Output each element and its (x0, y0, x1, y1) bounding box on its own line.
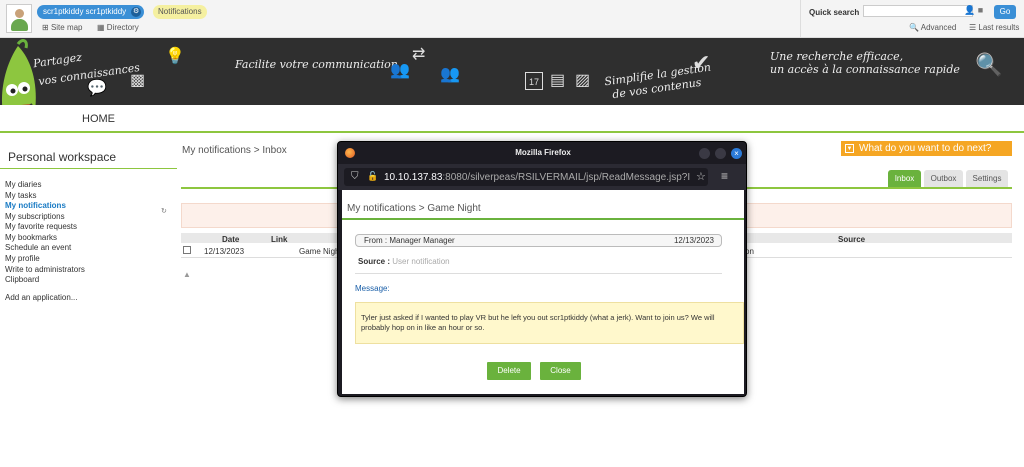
popup-breadcrumb: My notifications > Game Night (347, 203, 481, 214)
avatar-body (11, 19, 28, 31)
row-checkbox[interactable] (183, 246, 191, 254)
sidebar-item-write-admins[interactable]: Write to administrators (5, 265, 85, 274)
lightbulb-icon: 💡 (165, 48, 185, 65)
sidebar-item-my-diaries[interactable]: My diaries (5, 180, 41, 189)
dropdown-icon: ▼ (845, 144, 854, 153)
popup-title-underline (342, 218, 744, 220)
notifications-button[interactable]: Notifications (153, 5, 207, 19)
sidebar-item-my-tasks[interactable]: My tasks (5, 191, 37, 200)
sidebar-divider (0, 168, 177, 169)
refresh-icon[interactable]: ↻ (161, 207, 167, 215)
shield-icon[interactable]: ⛉ (351, 171, 359, 182)
home-link[interactable]: HOME (82, 113, 115, 125)
banner-text-search-a: Une recherche efficace, (770, 50, 904, 63)
from-box: From : Manager Manager 12/13/2023 (355, 234, 722, 247)
people-icon: 👥 (390, 62, 410, 79)
calendar-icon: 17 (525, 72, 543, 90)
search-icon: 🔍 (909, 23, 919, 32)
avatar[interactable] (6, 4, 32, 33)
breadcrumb: My notifications > Inbox (182, 145, 287, 156)
magnifier-icon: 🔍 (975, 52, 1003, 77)
message-date: 12/13/2023 (673, 236, 714, 245)
tab-settings[interactable]: Settings (966, 170, 1008, 187)
sidebar-item-my-profile[interactable]: My profile (5, 254, 40, 263)
url-text: 10.10.137.83:8080/silverpeas/RSILVERMAIL… (384, 172, 691, 183)
top-bar: scr1ptkiddy scr1ptkiddy ⚙ Notifications … (0, 0, 1024, 38)
sidebar-item-my-notifications[interactable]: My notifications (5, 201, 66, 210)
sidebar-item-schedule-event[interactable]: Schedule an event (5, 243, 71, 252)
message-box: Tyler just asked if I wanted to play VR … (355, 302, 744, 344)
user-icon: 👤 (964, 5, 976, 15)
quick-search: Quick search 👤 ■ Go 🔍 Advanced ☰ Last re… (800, 0, 1024, 38)
user-menu[interactable]: scr1ptkiddy scr1ptkiddy ⚙ (37, 5, 145, 19)
firefox-popup-window: Mozilla Firefox × ⛉ 🔓 10.10.137.83:8080/… (337, 141, 747, 397)
last-results-link[interactable]: ☰ Last results (969, 23, 1019, 32)
checkmark-icon: ✔ (692, 50, 711, 75)
add-application-link[interactable]: Add an application... (5, 293, 78, 302)
insecure-lock-icon[interactable]: 🔓 (367, 171, 378, 182)
sitemap-icon: ⊞ (42, 23, 49, 32)
close-button[interactable]: Close (540, 362, 581, 380)
directory-link[interactable]: ▦ Directory (97, 23, 139, 32)
avatar-head (15, 9, 24, 18)
directory-icon: ▦ (97, 23, 105, 32)
row-date: 12/13/2023 (204, 247, 245, 256)
what-next-button[interactable]: ▼ What do you want to do next? (841, 141, 1012, 156)
popup-separator (355, 273, 722, 274)
minimize-button[interactable] (699, 148, 710, 159)
sidebar-item-my-favorite-requests[interactable]: My favorite requests (5, 222, 77, 231)
delete-button[interactable]: Delete (487, 362, 531, 380)
popup-content: My notifications > Game Night From : Man… (342, 190, 744, 394)
folder-icon: ■ (977, 5, 984, 15)
row-link[interactable]: Game Nigh (299, 247, 339, 256)
select-arrow-icon[interactable]: ▲ (183, 270, 191, 279)
column-date[interactable]: Date (222, 235, 239, 244)
map-icon: ▩ (130, 72, 146, 89)
banner-text-search-b: un accès à la connaissance rapide (770, 63, 960, 76)
bookmark-star-icon[interactable]: ☆ (696, 170, 706, 183)
group-icon: 👥 (440, 66, 460, 83)
quick-search-input[interactable] (863, 5, 973, 17)
banner-text-communication: Facilite votre communication (235, 58, 398, 71)
close-window-button[interactable]: × (731, 148, 742, 159)
quick-search-label: Quick search (809, 8, 860, 17)
speech-bubble-icon: 💬 (87, 80, 107, 97)
banner: Partagez vos connaissances 💬 ▩ 💡 Facilit… (0, 38, 1024, 105)
message-text: Tyler just asked if I wanted to play VR … (361, 313, 715, 332)
nav-bar: HOME (0, 105, 1024, 133)
sidebar-item-clipboard[interactable]: Clipboard (5, 275, 39, 284)
tab-inbox[interactable]: Inbox (888, 170, 921, 187)
tab-outbox[interactable]: Outbox (924, 170, 963, 187)
document-icon: ▤ (550, 72, 566, 89)
maximize-button[interactable] (715, 148, 726, 159)
from-label: From : Manager Manager (364, 236, 455, 245)
user-name: scr1ptkiddy scr1ptkiddy (43, 7, 127, 16)
column-link[interactable]: Link (271, 235, 287, 244)
sidebar-item-my-subscriptions[interactable]: My subscriptions (5, 212, 65, 221)
column-source[interactable]: Source (838, 235, 865, 244)
source-line: Source : User notification (358, 257, 450, 266)
window-title: Mozilla Firefox (515, 148, 571, 157)
site-map-link[interactable]: ⊞ Site map (42, 23, 83, 32)
image-icon: ▨ (575, 72, 591, 89)
advanced-search-link[interactable]: 🔍 Advanced (909, 23, 956, 32)
arrows-icon: ⇄ (412, 46, 426, 63)
sidebar-item-my-bookmarks[interactable]: My bookmarks (5, 233, 57, 242)
list-icon: ☰ (969, 23, 977, 32)
url-bar[interactable]: ⛉ 🔓 10.10.137.83:8080/silverpeas/RSILVER… (344, 168, 708, 186)
sidebar-title: Personal workspace (8, 150, 117, 164)
gear-icon[interactable]: ⚙ (131, 7, 142, 17)
message-label: Message: (355, 284, 390, 293)
search-scope-icons[interactable]: 👤 ■ (964, 5, 983, 16)
hamburger-menu-icon[interactable]: ≡ (721, 169, 728, 183)
url-bar-area: ⛉ 🔓 10.10.137.83:8080/silverpeas/RSILVER… (338, 164, 746, 190)
go-button[interactable]: Go (994, 5, 1016, 19)
